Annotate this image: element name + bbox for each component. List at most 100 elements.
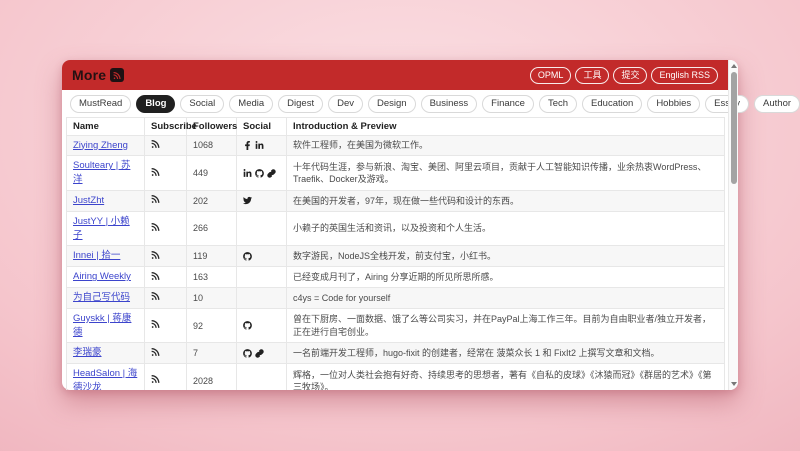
facebook-icon[interactable] bbox=[243, 141, 252, 150]
cell-subscribe bbox=[145, 156, 187, 191]
rss-subscribe-icon[interactable] bbox=[151, 167, 161, 177]
github-icon[interactable] bbox=[243, 252, 252, 261]
rss-subscribe-icon[interactable] bbox=[151, 374, 161, 384]
blog-table: NameSubscribeFollowersSocialIntroduction… bbox=[66, 117, 725, 391]
rss-subscribe-icon[interactable] bbox=[151, 194, 161, 204]
link-icon[interactable] bbox=[267, 169, 276, 178]
tab-blog[interactable]: Blog bbox=[136, 95, 175, 113]
scroll-up-arrow[interactable] bbox=[729, 61, 738, 71]
blog-name-link[interactable]: 李瑞豪 bbox=[73, 347, 102, 358]
table-row: Innei | 拾一 119 数字游民，NodeJS全栈开发，前支付宝，小红书。 bbox=[67, 246, 725, 267]
twitter-icon[interactable] bbox=[243, 196, 252, 205]
rss-subscribe-icon[interactable] bbox=[151, 291, 161, 301]
link-icon[interactable] bbox=[255, 349, 264, 358]
blog-name-link[interactable]: Soulteary | 苏洋 bbox=[73, 160, 130, 185]
brand[interactable]: More bbox=[72, 67, 124, 83]
cell-followers: 449 bbox=[187, 156, 237, 191]
github-icon[interactable] bbox=[243, 321, 252, 330]
blog-name-link[interactable]: JustZht bbox=[73, 195, 104, 206]
tab-digest[interactable]: Digest bbox=[278, 95, 323, 113]
column-header-subscribe: Subscribe bbox=[145, 117, 187, 135]
blog-name-link[interactable]: Innei | 拾一 bbox=[73, 250, 120, 261]
cell-subscribe bbox=[145, 267, 187, 288]
cell-intro: 已经变成月刊了，Airing 分享近期的所见所思所感。 bbox=[287, 267, 725, 288]
cell-followers: 119 bbox=[187, 246, 237, 267]
cell-social bbox=[237, 135, 287, 156]
blog-table-wrap: NameSubscribeFollowersSocialIntroduction… bbox=[62, 117, 728, 391]
table-header-row: NameSubscribeFollowersSocialIntroduction… bbox=[67, 117, 725, 135]
cell-social bbox=[237, 211, 287, 246]
cell-followers: 266 bbox=[187, 211, 237, 246]
table-row: HeadSalon | 海德沙龙 2028 辉格，一位对人类社会抱有好奇、持续思考的… bbox=[67, 364, 725, 390]
cell-followers: 163 bbox=[187, 267, 237, 288]
cell-followers: 10 bbox=[187, 288, 237, 309]
tab-business[interactable]: Business bbox=[421, 95, 478, 113]
blog-name-link[interactable]: Ziying Zheng bbox=[73, 140, 128, 151]
scrollbar-thumb[interactable] bbox=[731, 72, 737, 184]
cell-name: Ziying Zheng bbox=[67, 135, 145, 156]
cell-subscribe bbox=[145, 364, 187, 390]
cell-subscribe bbox=[145, 308, 187, 343]
cell-social bbox=[237, 288, 287, 309]
tab-dev[interactable]: Dev bbox=[328, 95, 363, 113]
rss-subscribe-icon[interactable] bbox=[151, 222, 161, 232]
header-button-工具[interactable]: 工具 bbox=[575, 67, 609, 84]
table-row: Soulteary | 苏洋 449 十年代码生涯，参与新浪、淘宝、美团、阿里云项目… bbox=[67, 156, 725, 191]
rss-subscribe-icon[interactable] bbox=[151, 347, 161, 357]
tab-hobbies[interactable]: Hobbies bbox=[647, 95, 700, 113]
table-row: Guyskk | 蒋康德92曾在下厨房、一面数据、饿了么等公司实习，并在PayP… bbox=[67, 308, 725, 343]
header-actions: OPML工具提交English RSS bbox=[530, 67, 718, 84]
table-row: Airing Weekly 163 已经变成月刊了，Airing 分享近期的所见所思… bbox=[67, 267, 725, 288]
table-row: 李瑞豪 7 一名前端开发工程师，hugo-fixit 的创建者，经常在 菠菜众长 1… bbox=[67, 343, 725, 364]
blog-name-link[interactable]: HeadSalon | 海德沙龙 bbox=[73, 368, 137, 390]
header-button-opml[interactable]: OPML bbox=[530, 67, 572, 84]
cell-social bbox=[237, 267, 287, 288]
cell-intro: 数字游民，NodeJS全栈开发，前支付宝，小红书。 bbox=[287, 246, 725, 267]
linkedin-icon[interactable] bbox=[255, 141, 264, 150]
table-row: JustYY | 小赖子 266 小赖子的英国生活和资讯，以及投资和个人生活。 bbox=[67, 211, 725, 246]
tab-finance[interactable]: Finance bbox=[482, 95, 534, 113]
app-main: More OPML工具提交English RSS MustRead Blog Soc… bbox=[62, 60, 728, 390]
scroll-down-arrow[interactable] bbox=[729, 379, 738, 389]
column-header-followers: Followers bbox=[187, 117, 237, 135]
github-icon[interactable] bbox=[243, 349, 252, 358]
rss-logo-icon bbox=[110, 68, 124, 82]
scrollbar[interactable] bbox=[728, 60, 738, 390]
blog-name-link[interactable]: Guyskk | 蒋康德 bbox=[73, 313, 131, 338]
cell-intro: 小赖子的英国生活和资讯，以及投资和个人生活。 bbox=[287, 211, 725, 246]
table-row: Ziying Zheng1068软件工程师，在美国为微软工作。 bbox=[67, 135, 725, 156]
blog-name-link[interactable]: Airing Weekly bbox=[73, 271, 131, 282]
tab-media[interactable]: Media bbox=[229, 95, 273, 113]
header-button-english-rss[interactable]: English RSS bbox=[651, 67, 718, 84]
cell-name: Soulteary | 苏洋 bbox=[67, 156, 145, 191]
cell-intro: 曾在下厨房、一面数据、饿了么等公司实习，并在PayPal上海工作三年。目前为自由… bbox=[287, 308, 725, 343]
blog-name-link[interactable]: 为自己写代码 bbox=[73, 292, 130, 303]
table-body: Ziying Zheng1068软件工程师，在美国为微软工作。Soulteary… bbox=[67, 135, 725, 390]
cell-intro: 十年代码生涯，参与新浪、淘宝、美团、阿里云项目，贡献于人工智能知识传播，业余热衷… bbox=[287, 156, 725, 191]
rss-subscribe-icon[interactable] bbox=[151, 271, 161, 281]
github-icon[interactable] bbox=[255, 169, 264, 178]
tab-education[interactable]: Education bbox=[582, 95, 642, 113]
tab-social[interactable]: Social bbox=[180, 95, 224, 113]
header-button-提交[interactable]: 提交 bbox=[613, 67, 647, 84]
rss-subscribe-icon[interactable] bbox=[151, 250, 161, 260]
tab-author[interactable]: Author bbox=[754, 95, 800, 113]
linkedin-icon[interactable] bbox=[243, 169, 252, 178]
table-row: JustZht202在美国的开发者，97年，现在做一些代码和设计的东西。 bbox=[67, 190, 725, 211]
cell-name: 李瑞豪 bbox=[67, 343, 145, 364]
tab-design[interactable]: Design bbox=[368, 95, 416, 113]
tab-mustread[interactable]: MustRead bbox=[70, 95, 131, 113]
column-header-introduction-preview: Introduction & Preview bbox=[287, 117, 725, 135]
cell-intro: 在美国的开发者，97年，现在做一些代码和设计的东西。 bbox=[287, 190, 725, 211]
tab-tech[interactable]: Tech bbox=[539, 95, 577, 113]
cell-social bbox=[237, 364, 287, 390]
cell-name: Airing Weekly bbox=[67, 267, 145, 288]
cell-followers: 7 bbox=[187, 343, 237, 364]
cell-intro: 辉格，一位对人类社会抱有好奇、持续思考的思想者，著有《自私的皮球》《沐猿而冠》《… bbox=[287, 364, 725, 390]
rss-subscribe-icon[interactable] bbox=[151, 319, 161, 329]
cell-intro: c4ys = Code for yourself bbox=[287, 288, 725, 309]
cell-intro: 一名前端开发工程师，hugo-fixit 的创建者，经常在 菠菜众长 1 和 F… bbox=[287, 343, 725, 364]
blog-name-link[interactable]: JustYY | 小赖子 bbox=[73, 216, 130, 241]
rss-subscribe-icon[interactable] bbox=[151, 139, 161, 149]
cell-followers: 2028 bbox=[187, 364, 237, 390]
